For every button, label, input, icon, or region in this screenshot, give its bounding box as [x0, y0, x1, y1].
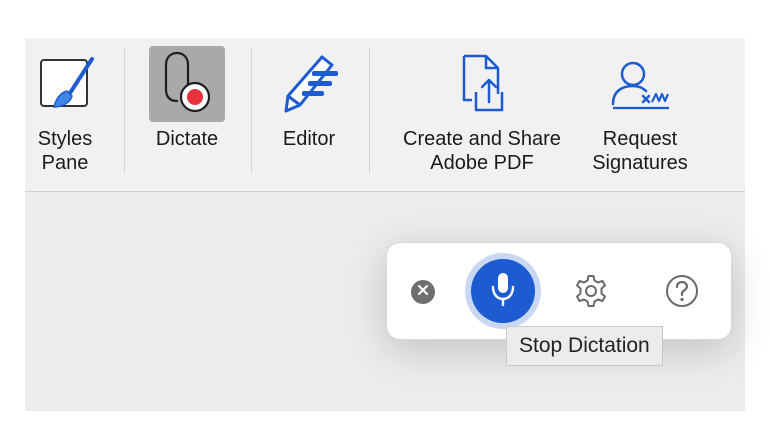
dictation-settings-button[interactable]: [573, 273, 609, 314]
stop-dictation-tooltip: Stop Dictation: [506, 326, 663, 366]
styles-pane-button[interactable]: Styles Pane: [27, 46, 103, 175]
ribbon-toolbar: Styles Pane Dictate Editor Create and Sh…: [25, 38, 745, 192]
gear-icon: [573, 273, 609, 314]
ribbon-separator: [369, 48, 370, 174]
stop-dictation-button[interactable]: [471, 259, 535, 323]
ribbon-separator: [251, 48, 252, 174]
help-icon: [664, 273, 700, 314]
request-signatures-label: Request Signatures: [592, 128, 688, 174]
styles-pane-icon: [27, 46, 103, 122]
editor-button[interactable]: Editor: [271, 46, 347, 151]
styles-pane-label: Styles Pane: [37, 128, 93, 174]
app-canvas: Styles Pane Dictate Editor Create and Sh…: [25, 38, 745, 411]
request-signatures-button[interactable]: Request Signatures: [581, 46, 699, 175]
ribbon-divider: [25, 191, 745, 192]
dictate-icon: [149, 46, 225, 122]
editor-label: Editor: [282, 128, 336, 150]
dictation-help-button[interactable]: [664, 273, 700, 314]
close-dictation-button[interactable]: [411, 280, 435, 304]
microphone-icon: [489, 271, 517, 312]
close-icon: [417, 283, 429, 301]
dictate-label: Dictate: [155, 128, 219, 150]
dictate-button[interactable]: Dictate: [149, 46, 225, 151]
create-share-pdf-label: Create and Share Adobe PDF: [403, 128, 561, 174]
ribbon-separator: [124, 48, 125, 174]
request-signatures-icon: [602, 46, 678, 122]
editor-pen-icon: [271, 46, 347, 122]
adobe-pdf-share-icon: [444, 46, 520, 122]
create-share-pdf-button[interactable]: Create and Share Adobe PDF: [392, 46, 572, 175]
